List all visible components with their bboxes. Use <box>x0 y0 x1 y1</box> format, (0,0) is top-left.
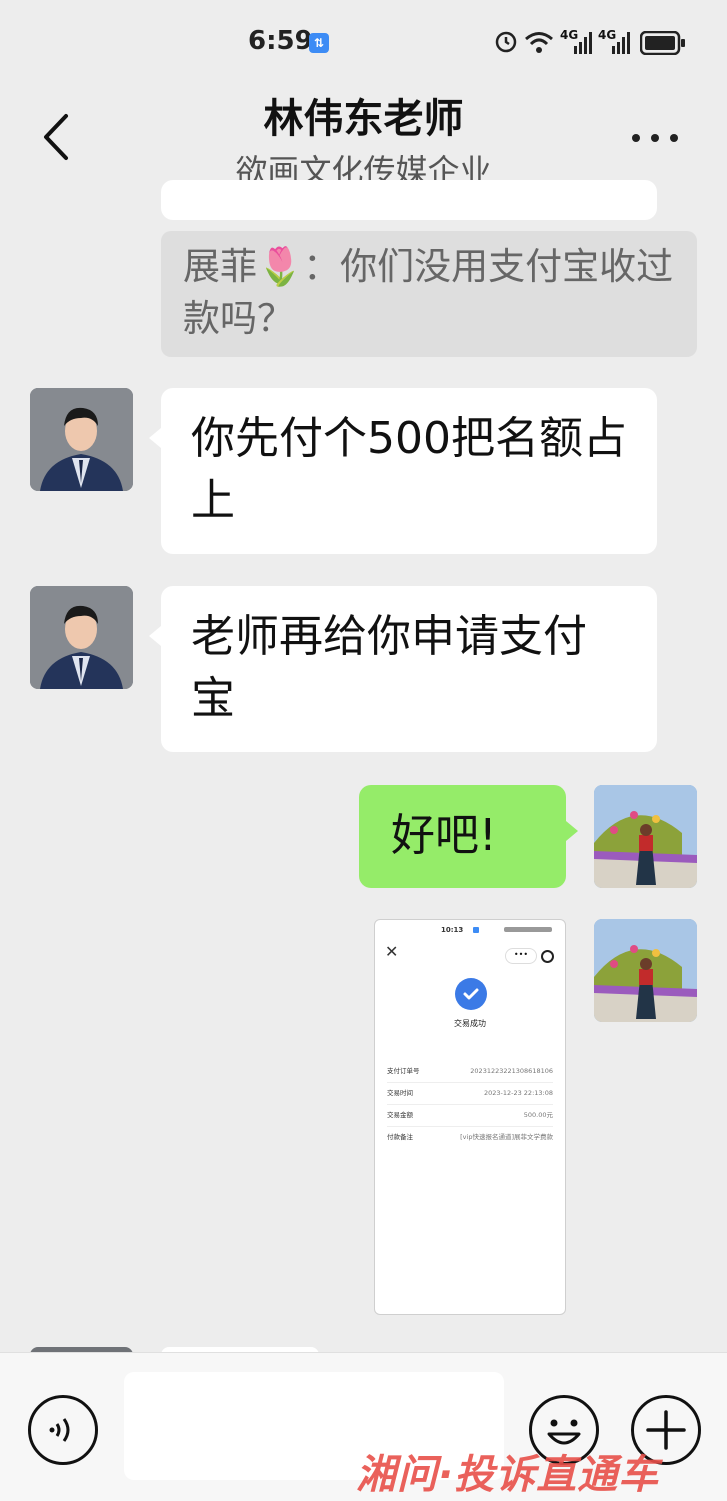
shot-more-icon: ••• <box>505 948 537 964</box>
avatar[interactable] <box>30 586 133 689</box>
message-text: 好吧! <box>391 810 497 861</box>
message-text: 你先付个500把名额占上 <box>191 413 627 526</box>
check-circle-icon <box>455 978 487 1010</box>
shot-status-icons <box>504 927 552 932</box>
avatar-self[interactable] <box>594 785 697 888</box>
alarm-icon <box>494 30 518 59</box>
shot-status-text: 交易成功 <box>454 1019 486 1028</box>
more-options-button[interactable] <box>630 118 680 158</box>
message-bubble-self[interactable]: 好吧! <box>359 785 578 888</box>
signal-icon-1 <box>574 32 594 58</box>
voice-input-button[interactable] <box>28 1395 98 1465</box>
shot-target-icon <box>541 950 554 963</box>
quoted-message[interactable]: 展菲🌷：你们没用支付宝收过款吗？ <box>161 231 697 357</box>
shared-screenshot-image[interactable]: 10:13 ✕ ••• 交易成功 支付订单号 202312232213086181… <box>374 919 566 1315</box>
message-bubble[interactable]: 你先付个500把名额占上 <box>149 388 657 554</box>
shot-app-icon <box>473 927 479 933</box>
message-bubble-partial[interactable] <box>161 180 657 220</box>
shot-time: 10:13 <box>441 926 464 934</box>
message-bubble[interactable]: 老师再给你申请支付宝 <box>149 586 657 752</box>
signal-icon-2 <box>612 32 632 58</box>
shot-row: 付款备注 [vip快速报名通道]展菲文学费款 <box>387 1133 553 1141</box>
shot-row: 交易时间 2023-12-23 22:13:08 <box>387 1082 553 1105</box>
shot-row: 交易金额 500.00元 <box>387 1104 553 1127</box>
chat-title: 林伟东老师 <box>263 96 464 142</box>
watermark-logo: 湘问·投诉直通车 <box>356 1452 660 1498</box>
message-text: 老师再给你申请支付宝 <box>191 611 587 724</box>
voice-icon <box>49 1418 70 1442</box>
wifi-icon <box>524 30 554 58</box>
avatar[interactable] <box>30 388 133 491</box>
avatar-self[interactable] <box>594 919 697 1022</box>
shot-close-icon: ✕ <box>385 942 399 961</box>
battery-icon <box>639 30 686 59</box>
shot-row: 支付订单号 20231223221308618106 <box>387 1060 553 1083</box>
sync-badge-icon: ⇅ <box>309 33 329 53</box>
status-time: 6:59 <box>248 26 313 56</box>
